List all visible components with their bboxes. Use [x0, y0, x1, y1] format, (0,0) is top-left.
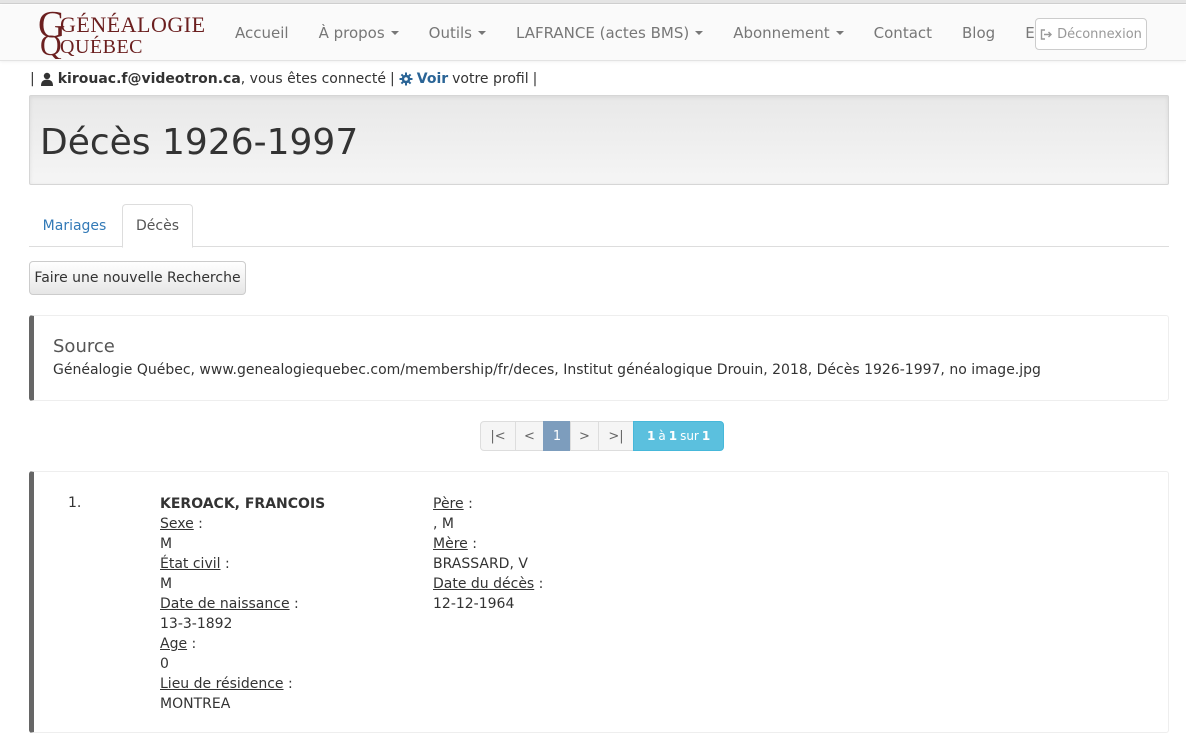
gear-icon: [399, 72, 413, 86]
pg-label: 1: [552, 428, 562, 444]
nav-item-label: Blog: [962, 24, 996, 42]
info-sur: sur: [680, 429, 699, 443]
caret-down-icon: [390, 31, 399, 35]
deces-label: Date du décès: [433, 576, 535, 592]
nav-item-a-propos[interactable]: À propos: [304, 5, 414, 61]
nav-item-label: Abonnement: [733, 24, 830, 42]
record-number: 1.: [68, 495, 82, 511]
new-search-button[interactable]: Faire une nouvelle Recherche: [29, 261, 246, 295]
connected-text: , vous êtes connecté: [240, 71, 387, 87]
nav-item-label: LAFRANCE (actes BMS): [516, 24, 690, 42]
pg-label: >: [579, 428, 590, 444]
age-label: Age: [160, 636, 188, 652]
nav-menu: Accueil À propos Outils LAFRANCE (actes …: [220, 5, 1094, 61]
logo-big-q: Q: [40, 29, 62, 59]
logout-label: Déconnexion: [1057, 26, 1142, 42]
caret-down-icon: [835, 31, 844, 35]
prev-page-button[interactable]: <: [515, 421, 544, 451]
logo-line1: GÉNÉALOGIE: [60, 12, 206, 37]
new-search-label: Faire une nouvelle Recherche: [34, 270, 241, 286]
user-status-bar: | kirouac.f@videotron.ca , vous êtes con…: [30, 68, 541, 90]
mere-value: BRASSARD, V: [433, 556, 528, 572]
source-panel: Source Généalogie Québec, www.genealogie…: [29, 315, 1169, 401]
logo-line2: QUÉBEC: [60, 35, 143, 58]
nav-item-outils[interactable]: Outils: [414, 5, 501, 61]
residence-label: Lieu de résidence: [160, 676, 284, 692]
deces-value: 12-12-1964: [433, 596, 515, 612]
mere-label: Mère: [433, 536, 468, 552]
first-page-button[interactable]: |<: [480, 421, 516, 451]
age-value: 0: [160, 656, 169, 672]
result-count-badge: 1 à 1 sur 1: [633, 421, 725, 451]
caret-down-icon: [478, 31, 487, 35]
naissance-label: Date de naissance: [160, 596, 290, 612]
caret-down-icon: [695, 31, 704, 35]
etat-civil-label: État civil: [160, 556, 221, 572]
tab-label: Mariages: [42, 217, 107, 234]
profile-text: votre profil: [452, 71, 529, 87]
record-column-parents: Père : , M Mère : BRASSARD, V Date du dé…: [433, 496, 544, 612]
nav-item-contact[interactable]: Contact: [859, 5, 947, 61]
tab-bar: Mariages Décès: [29, 204, 1169, 248]
separator: |: [532, 71, 538, 87]
browser-top-line: [0, 0, 1186, 4]
naissance-value: 13-3-1892: [160, 616, 233, 632]
separator: |: [390, 71, 395, 87]
nav-item-label: Contact: [873, 24, 933, 42]
pg-label: >|: [608, 428, 624, 444]
residence-value: MONTREA: [160, 696, 231, 712]
tab-label: Décès: [136, 218, 179, 234]
pg-label: <: [524, 428, 535, 444]
info-total: 1: [701, 429, 711, 443]
current-page-button: 1: [543, 421, 571, 451]
nav-item-lafrance[interactable]: LAFRANCE (actes BMS): [501, 5, 718, 61]
nav-item-blog[interactable]: Blog: [947, 5, 1010, 61]
nav-item-label: Outils: [428, 24, 473, 42]
next-page-button[interactable]: >: [570, 421, 599, 451]
etat-civil-value: M: [160, 576, 173, 592]
info-a: à: [658, 429, 666, 443]
site-logo[interactable]: G GÉNÉALOGIE Q QUÉBEC: [36, 11, 206, 59]
nav-item-accueil[interactable]: Accueil: [220, 5, 304, 61]
page-header: Décès 1926-1997: [29, 95, 1169, 185]
pagination: |< < 1 > >| 1 à 1 sur 1: [480, 421, 725, 451]
last-page-button[interactable]: >|: [598, 421, 634, 451]
sexe-label: Sexe: [160, 516, 194, 532]
info-to: 1: [668, 429, 678, 443]
sexe-value: M: [160, 536, 173, 552]
nav-item-abonnement[interactable]: Abonnement: [718, 5, 858, 61]
logout-button[interactable]: Déconnexion: [1035, 18, 1147, 50]
separator: |: [30, 71, 35, 87]
source-text: Généalogie Québec, www.genealogiequebec.…: [53, 362, 1041, 378]
result-record: 1. KEROACK, FRANCOIS Sexe : M État civil…: [29, 471, 1169, 733]
source-heading: Source: [53, 336, 115, 357]
record-column-person: KEROACK, FRANCOIS Sexe : M État civil : …: [160, 496, 326, 712]
navbar: G GÉNÉALOGIE Q QUÉBEC Accueil À propos O…: [0, 5, 1186, 61]
info-from: 1: [647, 429, 656, 443]
person-name: KEROACK, FRANCOIS: [160, 496, 326, 512]
tab-deces[interactable]: Décès: [122, 204, 193, 248]
pere-value: , M: [433, 516, 454, 532]
user-icon: [40, 72, 53, 86]
tab-mariages[interactable]: Mariages: [29, 204, 120, 247]
pg-label: |<: [490, 428, 506, 444]
nav-item-label: À propos: [318, 24, 385, 42]
voir-profile-link[interactable]: Voir: [417, 71, 448, 87]
user-email: kirouac.f@videotron.ca: [57, 71, 241, 87]
nav-item-label: Accueil: [235, 24, 289, 42]
pere-label: Père: [433, 496, 464, 512]
page-title: Décès 1926-1997: [40, 122, 359, 163]
sign-out-icon: [1040, 28, 1053, 40]
